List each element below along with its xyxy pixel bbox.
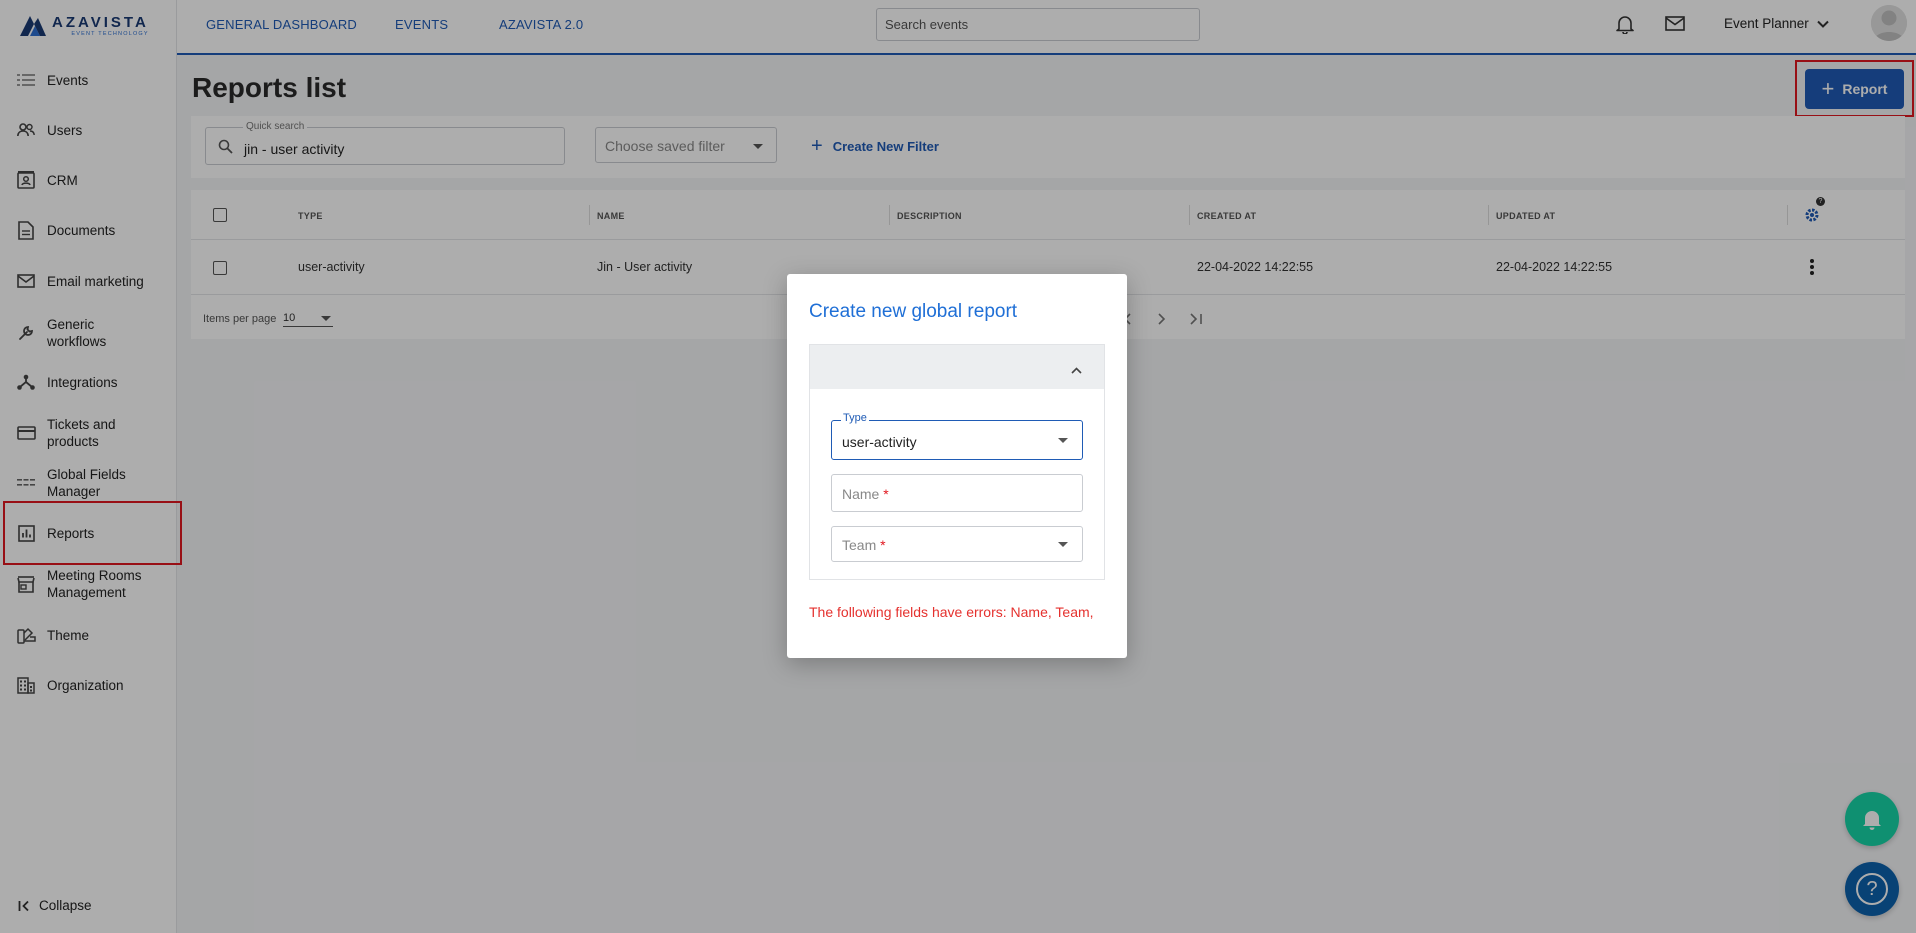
dialog-title: Create new global report <box>809 301 1018 322</box>
name-field-placeholder: Name * <box>842 486 889 502</box>
type-field-label: Type <box>841 412 869 424</box>
required-marker: * <box>883 486 889 502</box>
type-select[interactable]: Type user-activity <box>831 412 1083 460</box>
panel-header[interactable] <box>810 345 1104 389</box>
chevron-up-icon[interactable] <box>1071 361 1082 379</box>
required-marker: * <box>880 537 886 553</box>
name-field[interactable]: Name * <box>831 474 1083 512</box>
dropdown-arrow-icon <box>1058 438 1068 443</box>
team-select[interactable]: Team * <box>831 526 1083 562</box>
form-error-message: The following fields have errors: Name, … <box>809 604 1094 620</box>
dropdown-arrow-icon <box>1058 542 1068 547</box>
create-report-dialog: Create new global report Type user-activ… <box>787 274 1127 658</box>
team-field-placeholder: Team * <box>842 537 886 553</box>
report-form-panel: Type user-activity Name * Team * <box>809 344 1105 580</box>
type-field-value: user-activity <box>842 434 917 450</box>
